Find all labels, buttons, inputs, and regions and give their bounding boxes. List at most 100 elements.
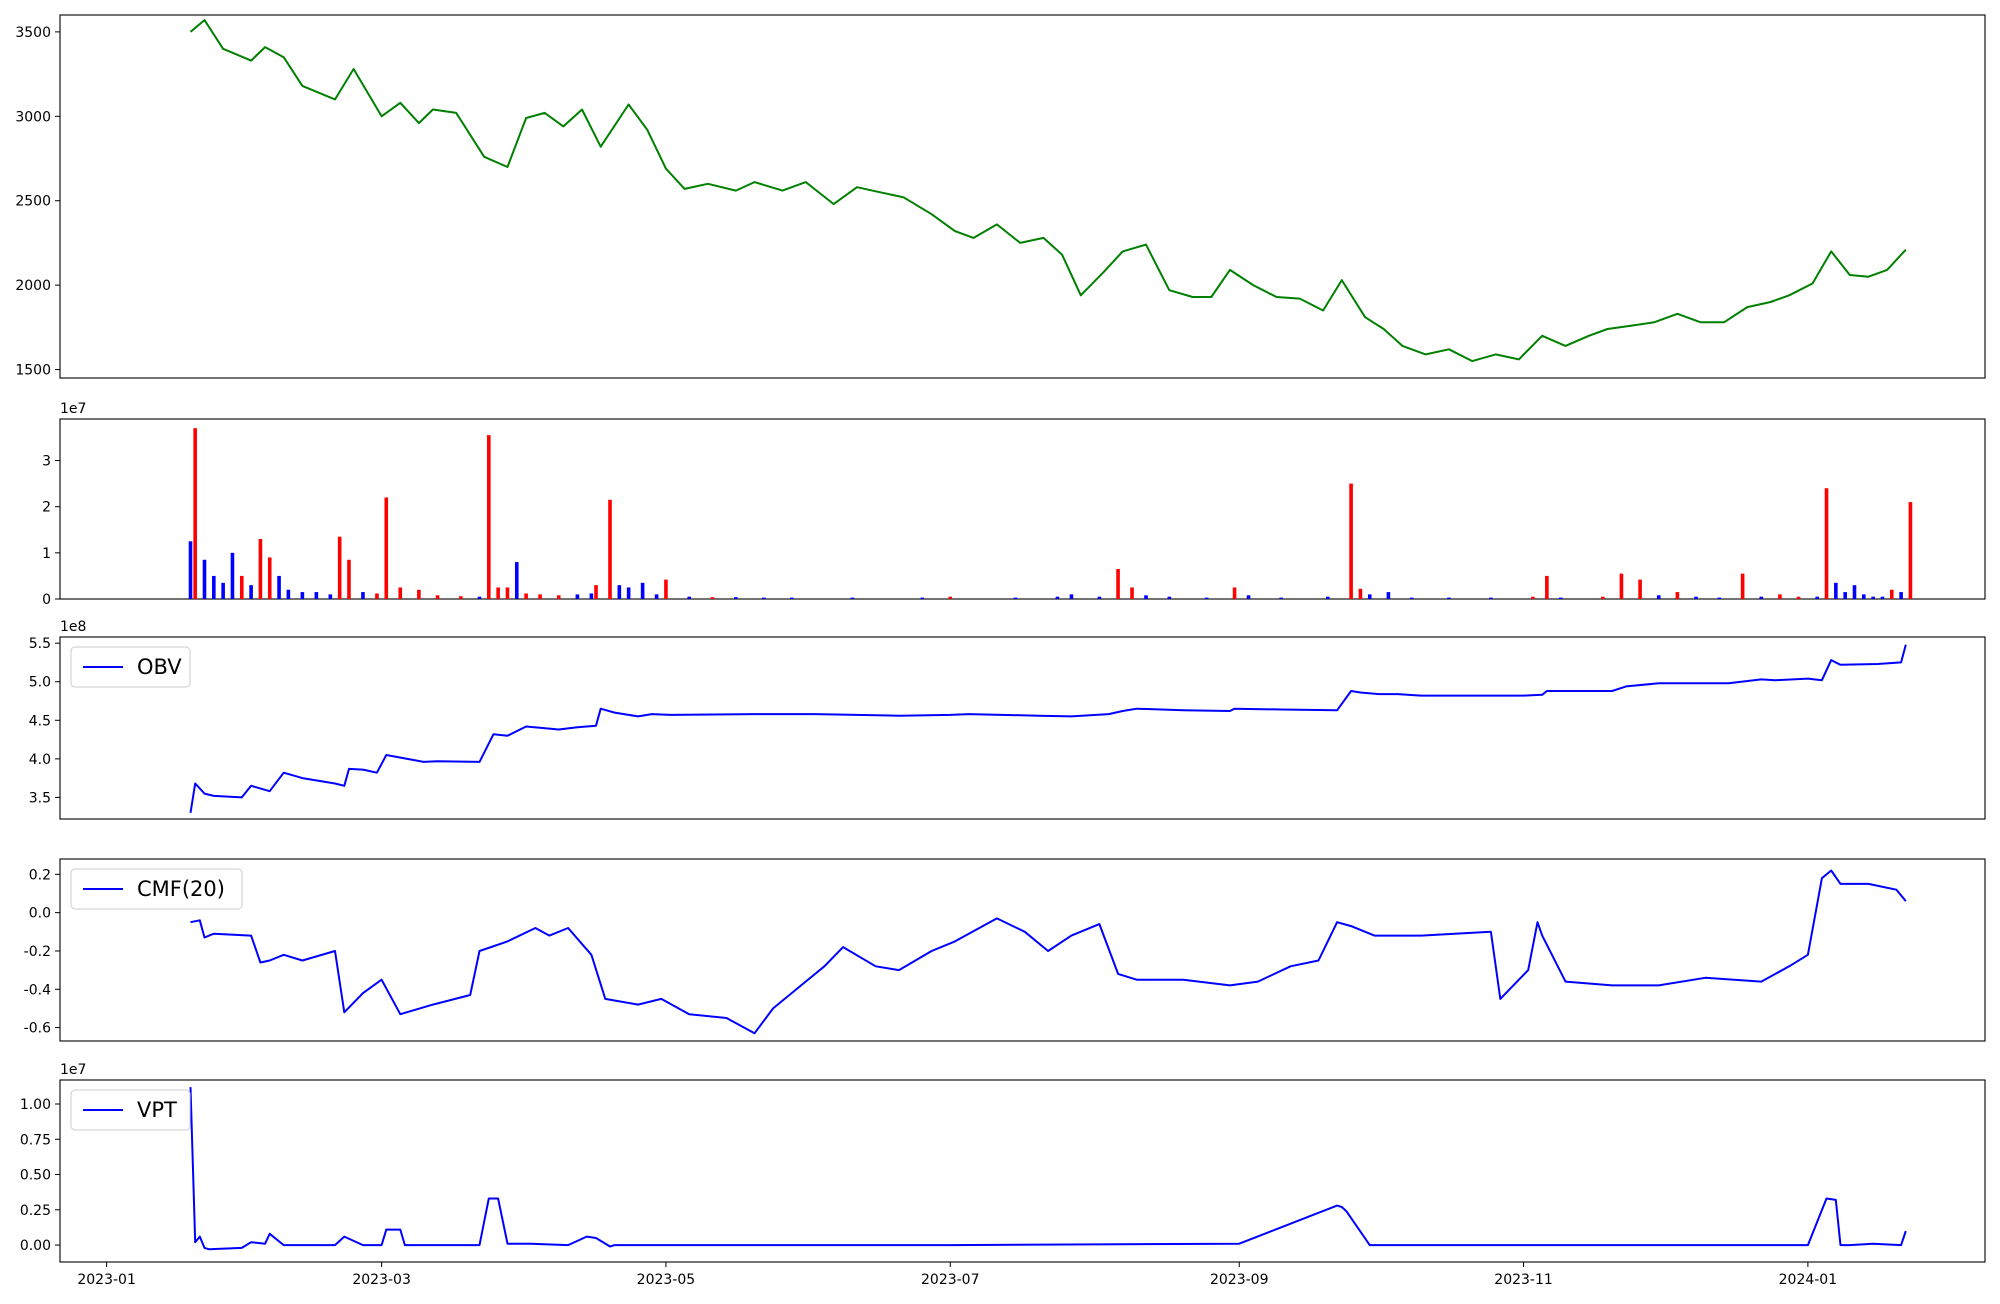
- vpt-y-tick-label: 0.00: [20, 1238, 51, 1254]
- vpt-panel: 0.00 0.25 0.50 0.75 1.00 1e7 VPT 2023-01 2023-03…: [20, 1062, 1986, 1288]
- volume-bar: [1232, 587, 1237, 599]
- volume-panel: 0 1 2 3 1e7: [42, 401, 1986, 608]
- volume-bar: [384, 497, 389, 599]
- volume-bar: [230, 552, 235, 599]
- volume-bar: [524, 593, 528, 599]
- obv-y-tick-label: 4.0: [29, 752, 51, 768]
- volume-bar: [1409, 597, 1414, 599]
- volume-y-tick-label: 0: [42, 592, 51, 608]
- volume-bar: [202, 559, 207, 599]
- volume-bar: [734, 597, 738, 599]
- volume-bar: [300, 592, 305, 599]
- volume-bar: [654, 594, 659, 599]
- volume-bar: [1638, 579, 1642, 599]
- volume-bar: [1144, 595, 1148, 599]
- volume-bar: [1880, 596, 1885, 599]
- volume-bar: [1843, 592, 1847, 599]
- volume-bar: [496, 587, 500, 599]
- cmf-y-tick-label: -0.2: [24, 944, 51, 960]
- volume-bar: [710, 597, 715, 599]
- volume-bar: [1130, 587, 1134, 599]
- volume-bar: [1675, 592, 1680, 599]
- price-y-tick-label: 2000: [15, 278, 51, 294]
- volume-bar: [850, 597, 855, 599]
- volume-bar: [1167, 596, 1172, 599]
- vpt-axes-frame: [59, 1079, 1986, 1263]
- volume-bar: [1531, 596, 1535, 599]
- volume-bar: [1908, 502, 1913, 599]
- volume-bar: [188, 541, 193, 599]
- volume-bar: [375, 593, 379, 599]
- volume-bar: [1871, 596, 1875, 599]
- vpt-y-tick-label: 0.25: [20, 1203, 51, 1219]
- volume-bar: [608, 499, 612, 599]
- volume-bar: [337, 536, 342, 599]
- volume-bar: [1889, 589, 1894, 599]
- volume-bar: [1619, 573, 1624, 599]
- volume-bar: [221, 582, 225, 599]
- volume-bar: [640, 582, 645, 599]
- x-tick-label: 2023-05: [637, 1272, 696, 1288]
- obv-axes-frame: [59, 636, 1986, 820]
- vpt-multiplier-label: 1e7: [60, 1062, 86, 1078]
- chart-svg: 1500 2000 2500 3000 3500 0 1 2 3 1e7 3.5 4.0 4.5 5.0 5…: [15, 14, 1986, 1288]
- volume-bar: [1489, 597, 1493, 599]
- volume-bar: [664, 579, 668, 599]
- price-y-tick-label: 1500: [15, 363, 51, 379]
- x-tick-label: 2024-01: [1779, 1272, 1838, 1288]
- volume-bar: [1717, 597, 1722, 599]
- volume-bar: [398, 587, 403, 599]
- volume-bar: [538, 594, 542, 599]
- volume-bar: [249, 585, 253, 599]
- vpt-series-line: [189, 1087, 1907, 1251]
- price-y-tick-label: 3500: [15, 25, 51, 41]
- volume-bar: [487, 435, 491, 599]
- obv-panel: 3.5 4.0 4.5 5.0 5.5 1e8 OBV: [29, 619, 1986, 820]
- volume-bar: [328, 594, 333, 599]
- volume-bar: [1815, 596, 1820, 599]
- volume-bar: [435, 595, 440, 599]
- volume-bar: [687, 596, 692, 599]
- obv-y-tick-label: 5.0: [29, 675, 51, 691]
- x-tick-label: 2023-07: [921, 1272, 980, 1288]
- vpt-y-tick-label: 0.50: [20, 1168, 51, 1184]
- volume-bar: [267, 557, 272, 599]
- x-tick-label: 2023-03: [352, 1272, 411, 1288]
- volume-bar: [1279, 597, 1283, 599]
- volume-bar: [1013, 597, 1018, 599]
- x-tick-label: 2023-09: [1210, 1272, 1269, 1288]
- cmf-axes-frame: [59, 858, 1986, 1042]
- price-y-tick-label: 3000: [15, 109, 51, 125]
- volume-bar: [1824, 488, 1829, 599]
- volume-bar: [505, 587, 510, 599]
- volume-bar: [347, 559, 351, 599]
- volume-bar: [1852, 585, 1857, 599]
- volume-bar: [314, 592, 319, 599]
- volume-bar: [762, 597, 766, 599]
- volume-bar: [286, 589, 291, 599]
- obv-series-line: [189, 644, 1907, 813]
- indicator-chart-figure: 1500 2000 2500 3000 3500 0 1 2 3 1e7 3.5 4.0 4.5 5.0 5…: [0, 0, 2000, 1300]
- volume-bar: [1386, 592, 1391, 599]
- volume-bar: [1116, 569, 1120, 599]
- obv-y-tick-label: 3.5: [29, 790, 51, 806]
- volume-y-tick-label: 2: [42, 500, 51, 516]
- obv-legend: OBV: [70, 646, 191, 688]
- volume-bar: [617, 585, 622, 599]
- cmf-y-tick-label: 0.2: [29, 867, 51, 883]
- volume-bar: [477, 596, 482, 599]
- volume-bar: [1796, 596, 1801, 599]
- volume-bar: [277, 575, 281, 599]
- cmf-y-tick-label: -0.4: [24, 982, 51, 998]
- volume-bar: [1055, 596, 1060, 599]
- obv-multiplier-label: 1e8: [60, 619, 86, 635]
- volume-bar: [626, 587, 631, 599]
- volume-bar: [575, 594, 580, 599]
- volume-bar: [948, 596, 953, 599]
- volume-bar: [1069, 594, 1074, 599]
- volume-bar: [1559, 597, 1563, 599]
- volume-bar: [589, 593, 594, 599]
- volume-bar: [1694, 596, 1698, 599]
- volume-bar: [1656, 595, 1661, 599]
- vpt-legend-label: VPT: [137, 1098, 177, 1122]
